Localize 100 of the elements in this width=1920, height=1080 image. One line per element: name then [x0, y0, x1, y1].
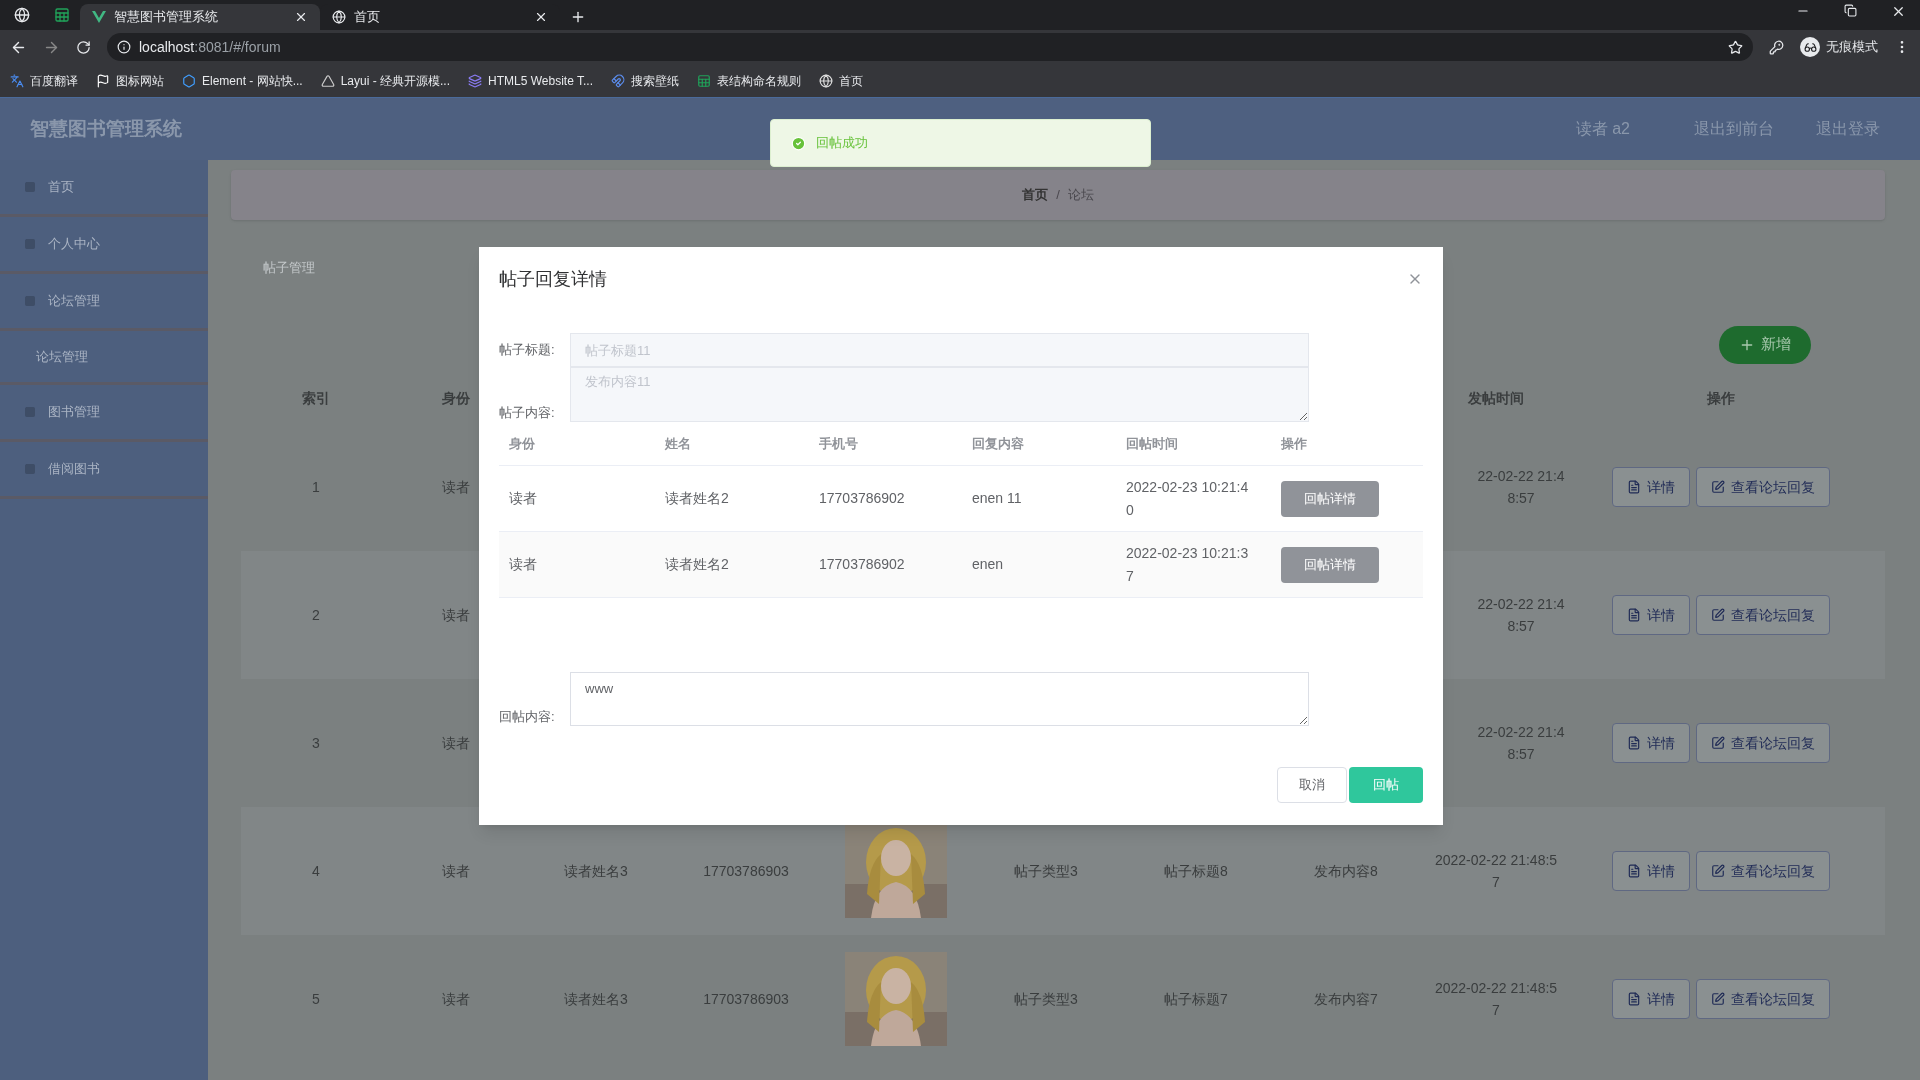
view-replies-button[interactable]: 查看论坛回复 [1696, 723, 1830, 763]
table-cell-text: 读者 [442, 861, 470, 881]
table-cell-text: 2022-02-23 10:21:40 [1126, 477, 1250, 520]
info-icon [117, 40, 131, 54]
table-cell-text: 读者 [442, 477, 470, 497]
toast-message: 回帖成功 [816, 134, 868, 153]
close-icon[interactable] [534, 10, 548, 24]
table-cell-text: 读者 [442, 605, 470, 625]
magnet-icon [611, 73, 625, 88]
reply-details-button[interactable]: 回帖详情 [1281, 546, 1379, 583]
sidebar-item[interactable]: 图书管理 [0, 385, 208, 442]
table-cell-text: 22-02-22 21:48:57 [1476, 595, 1566, 636]
edit-icon [1711, 480, 1725, 494]
close-icon[interactable] [1891, 4, 1906, 19]
table-cell-text: 读者姓名2 [665, 555, 730, 574]
table-cell-text: 22-02-22 21:48:57 [1476, 723, 1566, 764]
restore-icon[interactable] [1844, 4, 1857, 17]
column-header: 身份 [442, 388, 470, 408]
document-icon [1627, 608, 1641, 622]
sidebar-item[interactable]: 首页 [0, 160, 208, 217]
bookmark-link[interactable]: 表结构命名规则 [697, 71, 801, 90]
table-cell-text: 读者 [442, 733, 470, 753]
incognito-icon [1800, 37, 1820, 57]
address-bar[interactable]: localhost:8081/#/forum [107, 33, 1753, 61]
sheet-icon [697, 73, 711, 88]
column-header: 姓名 [665, 434, 692, 453]
reload-icon[interactable] [76, 39, 91, 55]
table-cell-text: 发布内容7 [1314, 989, 1378, 1009]
table-cell-text: 17703786903 [703, 861, 789, 881]
app-title: 智慧图书管理系统 [30, 116, 182, 141]
breadcrumb-separator: / [1056, 186, 1060, 205]
table-cell-text: 帖子标题8 [1164, 861, 1228, 881]
bookmark-link[interactable]: 搜索壁纸 [611, 71, 679, 90]
bookmark-link[interactable]: HTML5 Website T... [468, 71, 593, 90]
table-cell-text: 读者姓名3 [564, 861, 628, 881]
column-header: 发帖时间 [1468, 388, 1524, 408]
reply-field[interactable]: www [570, 672, 1309, 726]
table-cell-text: 5 [312, 989, 320, 1009]
menu-item-icon [24, 295, 36, 307]
table-cell-text: 17703786902 [819, 489, 906, 508]
sheet-icon[interactable] [54, 7, 70, 23]
view-replies-button[interactable]: 查看论坛回复 [1696, 851, 1830, 891]
breadcrumb-item[interactable]: 首页 [1022, 185, 1049, 205]
sidebar-item[interactable]: 论坛管理 [0, 274, 208, 331]
close-icon[interactable] [294, 10, 308, 24]
new-tab-icon[interactable] [570, 9, 586, 25]
field-label: 回帖内容: [499, 707, 556, 726]
cancel-button[interactable]: 取消 [1277, 767, 1347, 803]
key-icon[interactable] [1769, 39, 1784, 55]
bookmark-link[interactable]: Element - 网站快... [182, 71, 303, 90]
star-icon[interactable] [1728, 39, 1743, 55]
details-button[interactable]: 详情 [1612, 851, 1690, 891]
column-header: 回帖时间 [1126, 434, 1179, 453]
view-replies-button[interactable]: 查看论坛回复 [1696, 467, 1830, 507]
layers-icon [468, 73, 483, 88]
table-cell-text: 帖子类型3 [1014, 989, 1078, 1009]
table-cell-text: 读者 [442, 989, 470, 1009]
edit-icon [1711, 992, 1725, 1006]
table-cell-text: 4 [312, 861, 320, 881]
bookmark-link[interactable]: 首页 [819, 71, 863, 90]
table-cell-text: 读者 [509, 555, 538, 574]
table-cell-text: 1 [312, 477, 320, 497]
bookmark-link[interactable]: 百度翻译 [10, 71, 78, 90]
details-button[interactable]: 详情 [1612, 595, 1690, 635]
globe-icon [332, 10, 346, 24]
menu-item-icon [24, 463, 36, 475]
table-cell-text: 2 [312, 605, 320, 625]
details-button[interactable]: 详情 [1612, 723, 1690, 763]
table-cell-text: enen [972, 555, 1005, 574]
sidebar-subitem[interactable]: 论坛管理 [0, 331, 208, 385]
globe-icon [819, 73, 833, 88]
menu-item-icon [24, 406, 36, 418]
header-link[interactable]: 退出到前台 [1694, 117, 1774, 141]
table-cell-text: 2022-02-23 10:21:37 [1126, 543, 1250, 586]
url-text: localhost:8081/#/forum [139, 37, 281, 57]
document-icon [1627, 736, 1641, 750]
globe-icon[interactable] [14, 7, 30, 23]
sidebar-item[interactable]: 个人中心 [0, 217, 208, 274]
hexagon-icon [182, 73, 196, 88]
browser-tab[interactable]: 智慧图书管理系统 [80, 4, 320, 30]
column-header: 回复内容 [972, 434, 1025, 453]
header-link[interactable]: 退出登录 [1816, 117, 1880, 141]
view-replies-button[interactable]: 查看论坛回复 [1696, 595, 1830, 635]
view-replies-button[interactable]: 查看论坛回复 [1696, 979, 1830, 1019]
details-button[interactable]: 详情 [1612, 467, 1690, 507]
bookmark-link[interactable]: Layui - 经典开源模... [320, 71, 451, 90]
table-cell-text: 17703786902 [819, 555, 906, 574]
bookmark-link[interactable]: 图标网站 [96, 71, 164, 90]
add-button[interactable]: 新增 [1719, 325, 1811, 364]
profile-chip[interactable]: 无痕模式 [1800, 37, 1878, 57]
sidebar-item[interactable]: 借阅图书 [0, 442, 208, 499]
column-header: 操作 [1707, 388, 1735, 408]
table-cell-text: 发布内容8 [1314, 861, 1378, 881]
table-cell-text: enen 11 [972, 489, 1023, 508]
tab-title: 智慧图书管理系统 [114, 8, 219, 27]
reply-details-button[interactable]: 回帖详情 [1281, 480, 1379, 517]
document-icon [1627, 992, 1641, 1006]
details-button[interactable]: 详情 [1612, 979, 1690, 1019]
table-cell-text: 22-02-22 21:48:57 [1476, 467, 1566, 508]
triangle-icon [320, 73, 335, 88]
